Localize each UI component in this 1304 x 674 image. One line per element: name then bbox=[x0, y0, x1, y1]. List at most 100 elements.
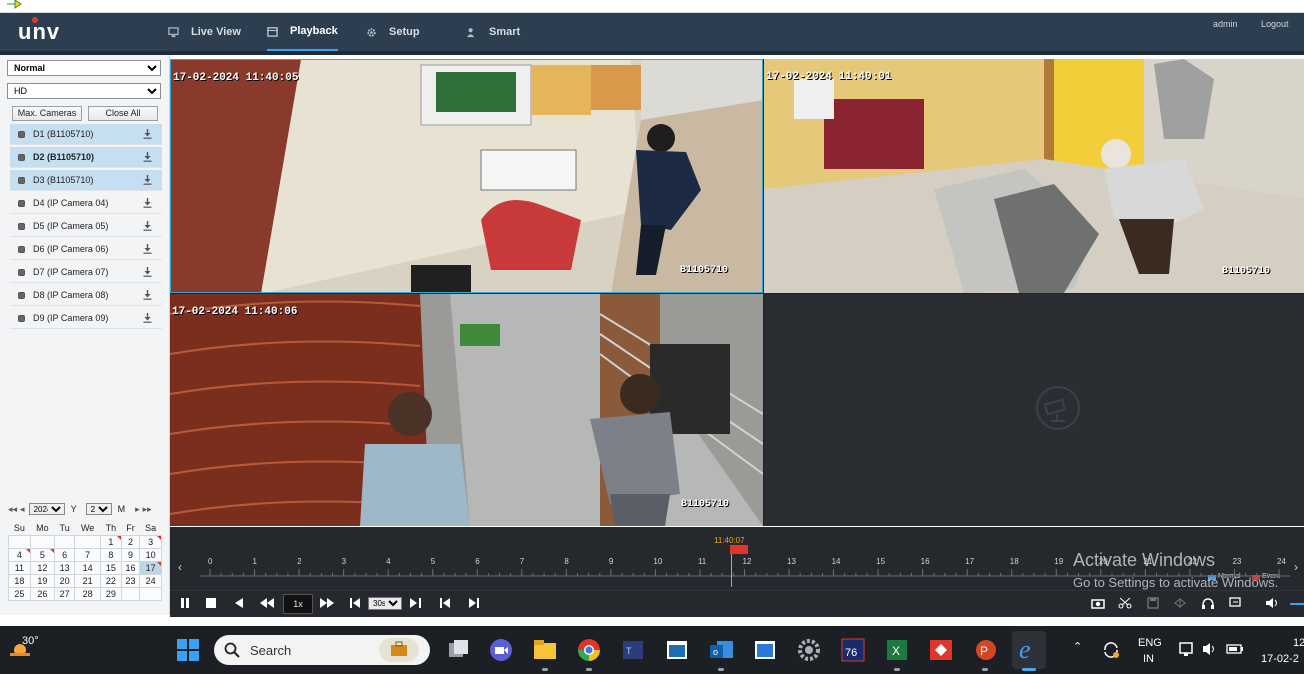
tag-button[interactable] bbox=[1228, 596, 1244, 610]
stream-quality-select[interactable]: HD bbox=[7, 83, 161, 99]
calendar-day[interactable]: 28 bbox=[74, 587, 101, 601]
window-app[interactable] bbox=[664, 637, 690, 663]
calendar-day[interactable]: 23 bbox=[120, 574, 141, 588]
outlook-app[interactable]: o bbox=[708, 637, 734, 663]
calendar-day[interactable]: 15 bbox=[99, 561, 122, 575]
calendar-day[interactable]: 11 bbox=[8, 561, 31, 575]
slow-button[interactable] bbox=[258, 596, 276, 610]
download-icon[interactable] bbox=[143, 175, 152, 185]
camera-list-item[interactable]: D6 (IP Camera 06) bbox=[10, 239, 162, 260]
calendar-day[interactable]: 22 bbox=[99, 574, 122, 588]
nav-playback[interactable]: Playback bbox=[267, 13, 338, 51]
taskbar-search[interactable]: Search bbox=[214, 635, 430, 665]
logout-link[interactable]: Logout bbox=[1261, 19, 1289, 29]
refresh-sync-icon[interactable] bbox=[1102, 641, 1120, 659]
timeline-next-icon[interactable]: › bbox=[1294, 560, 1298, 574]
year-select[interactable]: 2024 bbox=[28, 503, 65, 515]
pause-button[interactable] bbox=[178, 596, 192, 610]
video-tile-2[interactable]: 17-02-2024 11:40:01 B1105710 bbox=[764, 59, 1304, 293]
anydesk2-app[interactable] bbox=[928, 637, 954, 663]
save-clip-button[interactable] bbox=[1145, 596, 1161, 610]
calendar-day[interactable]: 9 bbox=[120, 548, 141, 562]
volume-icon[interactable] bbox=[1202, 641, 1218, 657]
download-icon[interactable] bbox=[143, 267, 152, 277]
download-icon[interactable] bbox=[143, 129, 152, 139]
calendar-day[interactable]: 25 bbox=[8, 587, 31, 601]
tally-app[interactable]: T bbox=[620, 637, 646, 663]
calendar-day[interactable]: 8 bbox=[99, 548, 122, 562]
anydesk-app[interactable]: 76 bbox=[840, 637, 866, 663]
nav-live-view[interactable]: Live View bbox=[168, 13, 241, 51]
calendar-day[interactable]: 27 bbox=[53, 587, 76, 601]
snapshot-button[interactable] bbox=[1090, 596, 1106, 610]
calendar-day[interactable]: 24 bbox=[139, 574, 162, 588]
month-select[interactable]: 2 bbox=[85, 503, 112, 515]
frame-forward-button[interactable] bbox=[466, 596, 480, 610]
skip-back-button[interactable] bbox=[348, 596, 362, 610]
calendar-day[interactable]: 12 bbox=[29, 561, 55, 575]
calendar-day[interactable]: 16 bbox=[120, 561, 141, 575]
calendar-day[interactable]: 13 bbox=[53, 561, 76, 575]
nav-smart[interactable]: Smart bbox=[466, 13, 520, 51]
calendar-day[interactable]: 14 bbox=[74, 561, 101, 575]
video-tile-3[interactable]: 17-02-2024 11:40:06 B1105710 bbox=[170, 294, 763, 526]
window2-app[interactable] bbox=[752, 637, 778, 663]
download-icon[interactable] bbox=[143, 198, 152, 208]
download-icon[interactable] bbox=[143, 290, 152, 300]
network-icon[interactable] bbox=[1178, 641, 1196, 657]
camera-list-item[interactable]: D5 (IP Camera 05) bbox=[10, 216, 162, 237]
powerpoint-app[interactable]: P bbox=[972, 637, 998, 663]
sync-button[interactable] bbox=[1172, 596, 1188, 610]
calendar-day[interactable]: 29 bbox=[99, 587, 122, 601]
calendar-day[interactable]: 18 bbox=[8, 574, 31, 588]
stop-button[interactable] bbox=[204, 596, 218, 610]
digital-zoom-button[interactable] bbox=[1200, 596, 1216, 610]
prev-year-icon[interactable]: ◂◂ bbox=[8, 504, 17, 515]
mode-select[interactable]: Normal bbox=[7, 60, 161, 76]
weather-temperature[interactable]: 30° bbox=[22, 635, 39, 647]
battery-icon[interactable] bbox=[1226, 641, 1244, 657]
calendar-day[interactable]: 7 bbox=[74, 548, 101, 562]
calendar-day[interactable]: 4 bbox=[8, 548, 31, 562]
skip-interval-select[interactable]: 30s bbox=[368, 597, 402, 610]
show-hidden-icons-icon[interactable]: ⌃ bbox=[1073, 640, 1082, 653]
camera-list-item[interactable]: D8 (IP Camera 08) bbox=[10, 285, 162, 306]
excel-app[interactable]: X bbox=[884, 637, 910, 663]
video-tile-1[interactable]: 17-02-2024 11:40:05 B1105710 bbox=[170, 59, 763, 293]
clock-date[interactable]: 17-02-2 bbox=[1261, 653, 1299, 665]
frame-back-button[interactable] bbox=[438, 596, 452, 610]
max-cameras-button[interactable]: Max. Cameras bbox=[12, 106, 82, 121]
calendar-day[interactable]: 5 bbox=[29, 548, 55, 562]
volume-button[interactable] bbox=[1264, 596, 1280, 610]
next-year-icon[interactable]: ▸▸ bbox=[143, 504, 152, 515]
language-region[interactable]: IN bbox=[1143, 653, 1154, 665]
close-all-button[interactable]: Close All bbox=[88, 106, 158, 121]
reverse-play-button[interactable] bbox=[232, 596, 246, 610]
chrome-app[interactable] bbox=[576, 637, 602, 663]
start-button[interactable] bbox=[175, 637, 201, 663]
settings-app[interactable] bbox=[796, 637, 822, 663]
video-tile-4-empty[interactable] bbox=[764, 294, 1304, 526]
camera-list-item[interactable]: D7 (IP Camera 07) bbox=[10, 262, 162, 283]
calendar-day[interactable]: 6 bbox=[53, 548, 76, 562]
camera-list-item[interactable]: D9 (IP Camera 09) bbox=[10, 308, 162, 329]
calendar-day[interactable]: 26 bbox=[29, 587, 55, 601]
nav-setup[interactable]: Setup bbox=[366, 13, 420, 51]
volume-slider[interactable] bbox=[1290, 603, 1304, 605]
calendar-day[interactable]: 21 bbox=[74, 574, 101, 588]
meet-app[interactable] bbox=[488, 637, 514, 663]
timeline-prev-icon[interactable]: ‹ bbox=[178, 560, 182, 574]
camera-list-item[interactable]: D1 (B1105710) bbox=[10, 124, 162, 145]
file-explorer-app[interactable] bbox=[532, 637, 558, 663]
calendar-day[interactable]: 3 bbox=[139, 535, 162, 549]
calendar-day[interactable]: 19 bbox=[29, 574, 55, 588]
skip-forward-button[interactable] bbox=[408, 596, 422, 610]
camera-list-item[interactable]: D4 (IP Camera 04) bbox=[10, 193, 162, 214]
language-primary[interactable]: ENG bbox=[1138, 637, 1162, 649]
download-icon[interactable] bbox=[143, 221, 152, 231]
next-month-icon[interactable]: ▸ bbox=[135, 504, 140, 515]
ie-app-active[interactable]: e bbox=[1012, 631, 1046, 669]
download-icon[interactable] bbox=[143, 152, 152, 162]
task-view-button[interactable] bbox=[445, 637, 471, 663]
clip-button[interactable] bbox=[1117, 596, 1133, 610]
